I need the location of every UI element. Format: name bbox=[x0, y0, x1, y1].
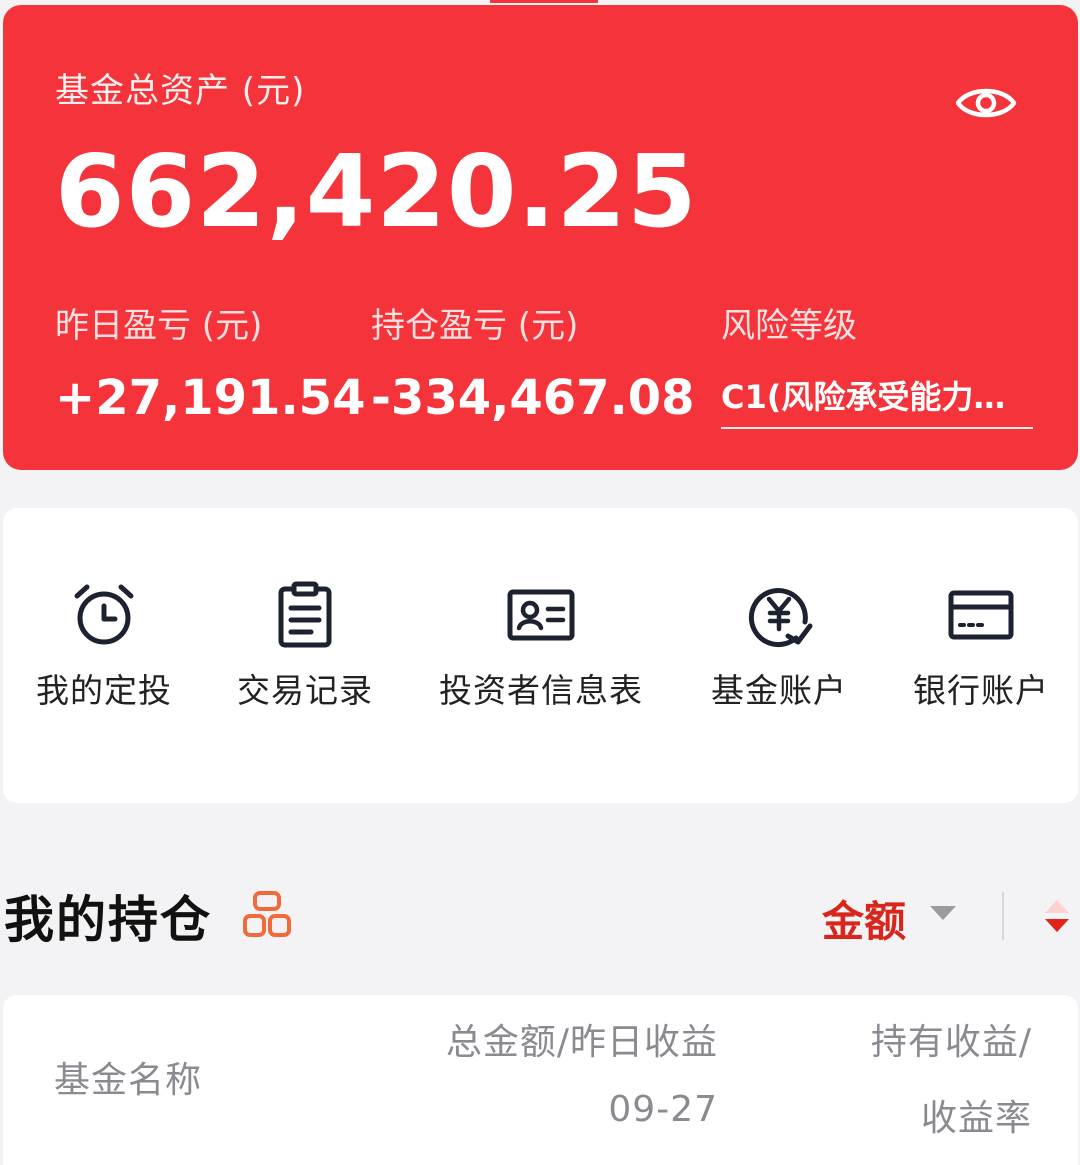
holding-pnl-value: -334,467.08 bbox=[371, 370, 695, 426]
holdings-title: 我的持仓 bbox=[4, 891, 212, 949]
risk-level[interactable]: 风险等级 C1(风险承受能力… bbox=[721, 305, 1033, 429]
total-assets-label: 基金总资产 (元) bbox=[55, 71, 306, 111]
column-return-rate: 收益率 bbox=[920, 1098, 1032, 1139]
shortcut-fund-account[interactable]: 基金账户 bbox=[711, 580, 847, 712]
bank-card-icon bbox=[948, 590, 1014, 640]
holding-pnl-label: 持仓盈亏 (元) bbox=[371, 306, 579, 346]
shortcut-bank-account[interactable]: 银行账户 bbox=[913, 580, 1049, 712]
sort-order-icon[interactable] bbox=[1040, 898, 1074, 934]
holding-pnl: 持仓盈亏 (元) -334,467.08 bbox=[371, 305, 695, 425]
alarm-clock-icon bbox=[74, 584, 134, 645]
shortcut-my-sip[interactable]: 我的定投 bbox=[36, 580, 172, 712]
column-total-amount[interactable]: 总金额/昨日收益 bbox=[446, 1013, 718, 1065]
clipboard-icon bbox=[278, 581, 332, 648]
sort-divider bbox=[1002, 892, 1004, 940]
total-assets-value: 662,420.25 bbox=[55, 133, 698, 250]
column-holding-profit[interactable]: 持有收益/ bbox=[871, 1013, 1032, 1065]
risk-level-link[interactable]: C1(风险承受能力… bbox=[721, 373, 1033, 429]
shortcut-label: 我的定投 bbox=[36, 671, 172, 710]
shortcut-investor-info[interactable]: 投资者信息表 bbox=[439, 580, 643, 712]
shortcut-label: 银行账户 bbox=[913, 671, 1049, 710]
shortcut-label: 投资者信息表 bbox=[439, 671, 643, 710]
sort-by-amount[interactable]: 金额 bbox=[822, 888, 906, 949]
shortcut-label: 交易记录 bbox=[237, 671, 373, 710]
dropdown-caret-icon[interactable] bbox=[930, 906, 956, 920]
shortcut-panel: 我的定投 交易记录 投资者信息表 基金账户 银行账户 bbox=[3, 508, 1078, 803]
column-fund-name: 基金名称 bbox=[54, 1060, 203, 1101]
yesterday-pnl: 昨日盈亏 (元) +27,191.54 bbox=[55, 305, 365, 425]
risk-level-label: 风险等级 bbox=[721, 306, 857, 346]
yesterday-pnl-label: 昨日盈亏 (元) bbox=[55, 306, 263, 346]
yesterday-pnl-value: +27,191.54 bbox=[55, 370, 366, 426]
shortcut-trade-records[interactable]: 交易记录 bbox=[237, 580, 373, 712]
asset-summary-card: 基金总资产 (元) 662,420.25 昨日盈亏 (元) +27,191.54… bbox=[3, 5, 1078, 470]
yuan-coin-icon bbox=[748, 588, 813, 647]
eye-icon[interactable] bbox=[955, 81, 1017, 125]
shortcut-label: 基金账户 bbox=[711, 671, 847, 710]
holdings-table: 基金名称 总金额/昨日收益 09-27 持有收益/ 收益率 bbox=[3, 995, 1078, 1165]
tab-indicator bbox=[490, 0, 598, 3]
id-card-icon bbox=[507, 589, 575, 641]
grid-view-icon[interactable] bbox=[242, 889, 292, 939]
column-total-date: 09-27 bbox=[608, 1089, 718, 1130]
